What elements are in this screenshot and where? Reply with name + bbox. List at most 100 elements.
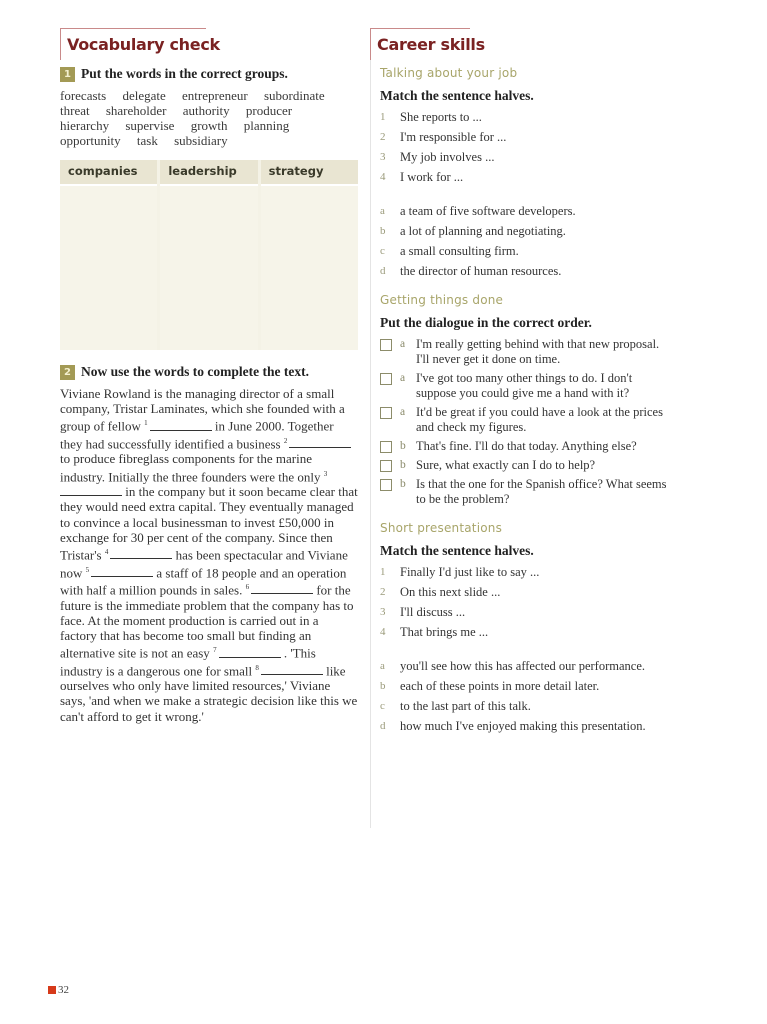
list-item: c to the last part of this talk. (380, 699, 670, 714)
gap-blank[interactable] (289, 437, 352, 449)
subsection-title: Short presentations (380, 521, 503, 535)
exercise-number-badge: 2 (60, 364, 75, 380)
item-text: My job involves ... (400, 150, 495, 164)
gap-blank[interactable] (91, 566, 154, 577)
dialogue-line: b Is that the one for the Spanish office?… (380, 477, 670, 507)
word: shareholder (105, 103, 167, 118)
item-text: She reports to ... (400, 110, 482, 124)
group-header: strategy (260, 160, 358, 184)
gap-blank[interactable] (60, 485, 122, 497)
word-line: forecasts delegate entrepreneur subordin… (60, 88, 360, 103)
item-key: b (380, 680, 386, 692)
dialogue-line: b Sure, what exactly can I do to help? (380, 458, 670, 473)
instruction: Match the sentence halves. (380, 88, 534, 103)
speaker-key: a (400, 338, 406, 350)
item-text: how much I've enjoyed making this presen… (400, 719, 646, 733)
gap-number: 1 (144, 419, 148, 428)
group-answer-area[interactable] (160, 184, 258, 350)
item-text: Finally I'd just like to say ... (400, 565, 540, 579)
order-checkbox[interactable] (380, 373, 392, 385)
page-number: 32 (48, 984, 69, 996)
instruction: Match the sentence halves. (380, 543, 534, 558)
item-key: 1 (380, 111, 386, 123)
item-key: 3 (380, 606, 386, 618)
gap-number: 7 (213, 646, 217, 655)
order-checkbox[interactable] (380, 479, 392, 491)
word: subordinate (263, 88, 325, 103)
gap-blank[interactable] (260, 664, 323, 676)
list-item: d the director of human resources. (380, 264, 670, 279)
order-checkbox[interactable] (380, 441, 392, 453)
word: threat (60, 103, 90, 118)
item-text: a team of five software developers. (400, 204, 576, 218)
talking-about-job: Talking about your job Match the sentenc… (370, 66, 670, 734)
dialogue-text: I'm really getting behind with that new … (416, 337, 660, 366)
item-text: a small consulting firm. (400, 244, 519, 258)
section-title: Vocabulary check (67, 35, 220, 54)
dialogue-line: a I'm really getting behind with that new… (380, 337, 670, 367)
item-text: I'm responsible for ... (400, 130, 507, 144)
gap-blank[interactable] (251, 583, 314, 595)
word: authority (182, 103, 230, 118)
word: hierarchy (60, 118, 110, 133)
dialogue-list: a I'm really getting behind with that new… (380, 337, 670, 507)
group-answer-area[interactable] (260, 184, 358, 350)
group-header: companies (60, 160, 158, 184)
dialogue-text: Sure, what exactly can I do to help? (416, 458, 596, 472)
item-key: c (380, 245, 385, 257)
list-item: a you'll see how this has affected our pe… (380, 659, 670, 674)
dialogue-text: I've got too many other things to do. I … (416, 371, 633, 400)
list-item: 1 Finally I'd just like to say ... (380, 565, 670, 580)
item-text: On this next slide ... (400, 585, 501, 599)
word: supervise (125, 118, 175, 133)
speaker-key: b (400, 478, 406, 490)
word: producer (245, 103, 293, 118)
gap-number: 3 (323, 469, 328, 478)
item-text: a lot of planning and negotiating. (400, 224, 566, 238)
word-line: opportunity task subsidiary (60, 133, 360, 148)
list-item: 2 I'm responsible for ... (380, 130, 670, 145)
group-column-strategy: strategy (260, 160, 358, 350)
list-item: a a team of five software developers. (380, 204, 670, 219)
list-item: 2 On this next slide ... (380, 585, 670, 600)
order-checkbox[interactable] (380, 339, 392, 351)
item-key: 2 (380, 586, 386, 598)
exercise-instruction: Now use the words to complete the text. (81, 364, 309, 379)
list-item: b a lot of planning and negotiating. (380, 224, 670, 239)
grouping-table: companies leadership strategy (60, 160, 358, 350)
gap-number: 4 (104, 548, 109, 557)
item-key: d (380, 265, 386, 277)
sentence-starts: 1 She reports to ... 2 I'm responsible for… (380, 110, 670, 185)
order-checkbox[interactable] (380, 407, 392, 419)
item-text: the director of human resources. (400, 264, 562, 278)
exercise-2-heading: 2 Now use the words to complete the text… (60, 364, 360, 380)
exercise-instruction: Put the words in the correct groups. (81, 66, 288, 81)
list-item: 1 She reports to ... (380, 110, 670, 125)
word: delegate (122, 88, 166, 103)
speaker-key: b (400, 459, 406, 471)
gap-blank[interactable] (110, 548, 173, 560)
gap-blank[interactable] (218, 647, 281, 658)
word: opportunity (60, 133, 121, 148)
dialogue-line: b That's fine. I'll do that today. Anythi… (380, 439, 670, 454)
subsection-title: Talking about your job (380, 66, 518, 80)
group-answer-area[interactable] (60, 184, 158, 350)
item-text: That brings me ... (400, 625, 489, 639)
career-skills-section: Career skills Talking about your job Mat… (370, 28, 670, 739)
speaker-key: a (400, 372, 406, 384)
item-text: I work for ... (400, 170, 464, 184)
vocabulary-check-section: Vocabulary check 1 Put the words in the … (60, 28, 360, 724)
word-line: threat shareholder authority producer (60, 103, 360, 118)
page-number-text: 32 (58, 984, 69, 996)
word-line: hierarchy supervise growth planning (60, 118, 360, 133)
page-marker-icon (48, 986, 56, 994)
dialogue-text: It'd be great if you could have a look a… (416, 405, 663, 434)
item-text: I'll discuss ... (400, 605, 466, 619)
order-checkbox[interactable] (380, 460, 392, 472)
gap-blank[interactable] (149, 420, 212, 431)
list-item: 4 I work for ... (380, 170, 670, 185)
sentence-ends: a you'll see how this has affected our pe… (380, 659, 670, 734)
item-key: 3 (380, 151, 386, 163)
subsection-title: Getting things done (380, 293, 504, 307)
instruction: Put the dialogue in the correct order. (380, 315, 592, 330)
